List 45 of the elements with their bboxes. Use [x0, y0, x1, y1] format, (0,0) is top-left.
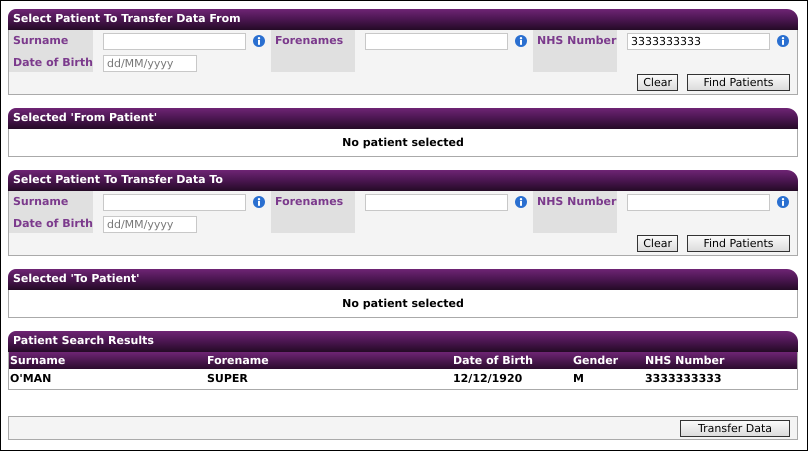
table-cell: SUPER	[206, 369, 452, 390]
panel-header: Selected 'From Patient'	[8, 108, 798, 129]
column-header: Gender	[572, 352, 644, 369]
column-header: Date of Birth	[452, 352, 572, 369]
field-label: Date of Birth	[13, 56, 93, 69]
info-icon[interactable]	[515, 196, 527, 208]
field-label: Surname	[13, 195, 68, 208]
date-field[interactable]: dd/MM/yyyy	[103, 216, 197, 232]
table-cell: 3333333333	[644, 369, 798, 390]
clear-button[interactable]: Clear	[637, 74, 678, 91]
column-header: NHS Number	[644, 352, 798, 369]
info-icon[interactable]	[253, 35, 265, 47]
date-field[interactable]: dd/MM/yyyy	[103, 54, 197, 72]
info-icon[interactable]	[515, 35, 527, 47]
table-cell: O'MAN	[8, 369, 206, 390]
field-label: NHS Number	[537, 195, 616, 208]
transfer-button[interactable]: Transfer Data	[680, 420, 790, 436]
column-header: Forename	[206, 352, 452, 369]
info-icon[interactable]	[253, 196, 265, 208]
field-label: Forenames	[275, 195, 344, 208]
status-message: No patient selected	[342, 136, 464, 149]
field-label: Forenames	[275, 34, 344, 47]
input-field[interactable]: 3333333333	[627, 32, 770, 50]
table-cell: M	[572, 369, 644, 390]
table-cell: 12/12/1920	[452, 369, 572, 390]
input-field[interactable]	[365, 194, 508, 210]
input-field[interactable]	[103, 194, 246, 210]
clear-button[interactable]: Clear	[637, 235, 678, 252]
panel-header: Patient Search Results	[8, 331, 798, 352]
panel-header: Select Patient To Transfer Data From	[8, 9, 798, 30]
input-field[interactable]	[627, 194, 770, 210]
column-header: Surname	[8, 352, 206, 369]
input-field[interactable]	[103, 32, 246, 50]
find-button[interactable]: Find Patients	[687, 235, 790, 252]
table-row[interactable]: O'MAN SUPER 12/12/1920 M 3333333333	[8, 369, 798, 390]
find-button[interactable]: Find Patients	[687, 74, 790, 91]
info-icon[interactable]	[777, 196, 789, 208]
field-label: Date of Birth	[13, 217, 93, 230]
info-icon[interactable]	[777, 35, 789, 47]
field-label: NHS Number	[537, 34, 616, 47]
field-label: Surname	[13, 34, 68, 47]
status-message: No patient selected	[342, 297, 464, 310]
panel-header: Select Patient To Transfer Data To	[8, 170, 798, 191]
input-field[interactable]	[365, 32, 508, 50]
panel-header: Selected 'To Patient'	[8, 269, 798, 290]
